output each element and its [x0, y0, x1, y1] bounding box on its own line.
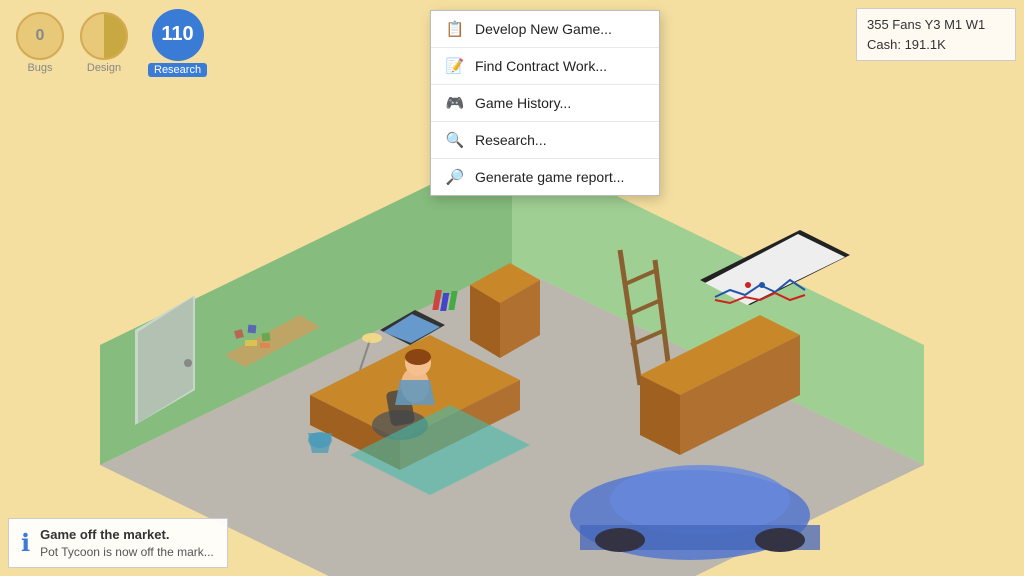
- dropdown-item-1[interactable]: 📝 Find Contract Work...: [431, 48, 659, 85]
- dropdown-item-2[interactable]: 🎮 Game History...: [431, 85, 659, 122]
- dropdown-item-icon-0: 📋: [445, 20, 465, 38]
- bugs-circle: 0: [16, 12, 64, 60]
- stats-box: 355 Fans Y3 M1 W1 Cash: 191.1K: [856, 8, 1016, 61]
- notification-content: Game off the market. Pot Tycoon is now o…: [40, 527, 214, 559]
- dropdown-item-icon-3: 🔍: [445, 131, 465, 149]
- research-count: 110: [161, 23, 193, 46]
- dropdown-item-icon-4: 🔎: [445, 168, 465, 186]
- notification-box: ℹ Game off the market. Pot Tycoon is now…: [8, 518, 228, 568]
- dropdown-item-label-3: Research...: [475, 132, 547, 148]
- stats-cash: Cash: 191.1K: [867, 35, 1005, 55]
- dropdown-item-label-1: Find Contract Work...: [475, 58, 607, 74]
- dropdown-item-0[interactable]: 📋 Develop New Game...: [431, 11, 659, 48]
- design-circle: [80, 12, 128, 60]
- dropdown-menu: 📋 Develop New Game... 📝 Find Contract Work.…: [430, 10, 660, 196]
- bugs-label: Bugs: [27, 62, 52, 74]
- dropdown-item-label-0: Develop New Game...: [475, 21, 612, 37]
- notification-icon: ℹ: [21, 529, 30, 558]
- stats-fans: 355 Fans Y3 M1 W1: [867, 15, 1005, 35]
- dropdown-item-4[interactable]: 🔎 Generate game report...: [431, 159, 659, 195]
- notification-title: Game off the market.: [40, 527, 214, 542]
- notification-subtitle: Pot Tycoon is now off the mark...: [40, 545, 214, 559]
- bugs-counter: 0 Bugs: [16, 12, 64, 74]
- game-scene: 0 Bugs Design 110 Research 355 Fans Y3 M…: [0, 0, 1024, 576]
- research-label: Research: [148, 63, 207, 77]
- design-counter: Design: [80, 12, 128, 74]
- dropdown-item-label-4: Generate game report...: [475, 169, 624, 185]
- design-label: Design: [87, 62, 121, 74]
- bugs-count: 0: [36, 27, 45, 45]
- research-circle: 110: [152, 9, 204, 61]
- dropdown-item-label-2: Game History...: [475, 95, 571, 111]
- dropdown-item-icon-2: 🎮: [445, 94, 465, 112]
- design-fill: [104, 14, 126, 58]
- dropdown-item-icon-1: 📝: [445, 57, 465, 75]
- dropdown-item-3[interactable]: 🔍 Research...: [431, 122, 659, 159]
- research-button[interactable]: 110 Research: [148, 9, 207, 77]
